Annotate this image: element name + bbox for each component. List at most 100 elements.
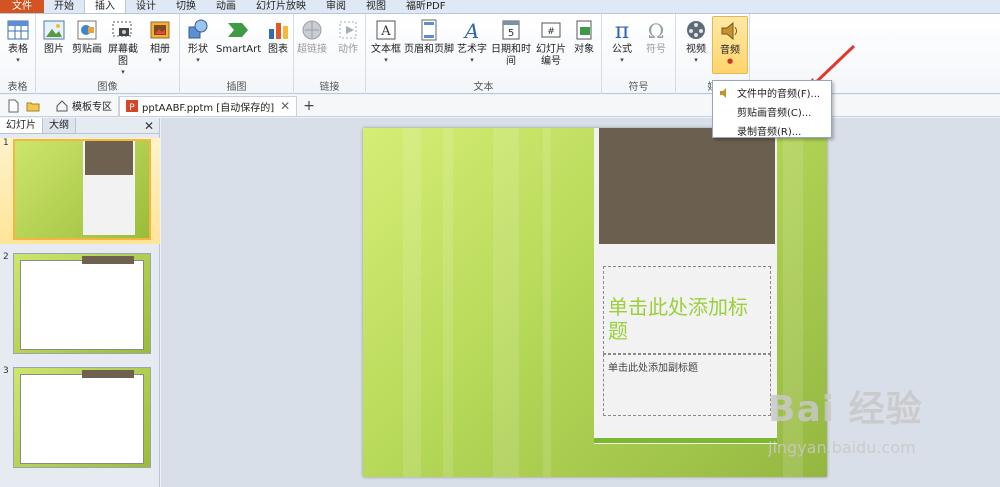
ppt-file-icon: P — [126, 100, 138, 112]
chevron-down-icon: ● — [726, 57, 734, 65]
panel-tabs: 幻灯片 大纲 ✕ — [0, 118, 159, 134]
audio-button[interactable]: 音频 ● — [712, 16, 748, 74]
speaker-icon — [720, 88, 726, 98]
slide-thumbnail-row[interactable]: 3 — [0, 366, 160, 472]
close-icon[interactable]: ✕ — [144, 118, 154, 134]
slide-number-label-1: 幻灯片 — [536, 44, 566, 55]
hyperlink-button[interactable]: 超链接 — [294, 18, 330, 56]
textbox-button[interactable]: A 文本框 ▾ — [368, 18, 404, 64]
table-button[interactable]: 表格 ▾ — [0, 18, 36, 64]
picture-button[interactable]: 图片 — [36, 18, 72, 56]
equation-label: 公式 — [612, 44, 632, 55]
symbol-button[interactable]: Ω 符号 — [638, 18, 674, 56]
menu-tab-foxit-pdf[interactable]: 福昕PDF — [396, 0, 455, 13]
menu-tab-home[interactable]: 开始 — [44, 0, 84, 13]
speaker-icon — [721, 21, 737, 41]
object-icon — [576, 20, 592, 40]
menu-tab-review[interactable]: 审阅 — [316, 0, 356, 13]
menu-tab-insert[interactable]: 插入 — [84, 0, 126, 13]
tab-template-zone[interactable]: 模板专区 — [50, 95, 119, 116]
menu-tab-slideshow[interactable]: 幻灯片放映 — [246, 0, 316, 13]
subtitle-placeholder[interactable]: 单击此处添加副标题 — [603, 354, 771, 416]
title-placeholder-text: 单击此处添加标题 — [608, 295, 748, 343]
slide-number: 2 — [3, 252, 9, 262]
object-label: 对象 — [574, 44, 594, 55]
picture-label: 图片 — [44, 44, 64, 55]
menu-tab-view[interactable]: 视图 — [356, 0, 396, 13]
video-button[interactable]: 视频 ▾ — [678, 18, 714, 64]
smartart-button[interactable]: SmartArt — [216, 18, 262, 56]
group-label-symbols: 符号 — [628, 82, 649, 93]
object-button[interactable]: 对象 — [568, 18, 600, 56]
shapes-button[interactable]: 形状 ▾ — [180, 18, 216, 64]
add-tab-icon[interactable]: + — [303, 98, 315, 114]
title-placeholder[interactable]: 单击此处添加标题 — [603, 266, 771, 354]
textbox-label: 文本框 — [371, 44, 401, 55]
slide-thumbnail[interactable] — [13, 367, 151, 468]
subtitle-placeholder-text: 单击此处添加副标题 — [608, 363, 698, 374]
video-label: 视频 — [686, 44, 706, 55]
menu-item-record-audio[interactable]: 录制音频(R)... — [713, 121, 831, 140]
chart-button[interactable]: 图表 — [260, 18, 296, 56]
group-tables: 表格 ▾ 表格 — [0, 14, 36, 94]
menu-item-audio-from-file[interactable]: 文件中的音频(F)... — [713, 83, 831, 102]
header-footer-label: 页眉和页脚 — [404, 44, 454, 55]
accent-bar — [594, 438, 777, 443]
omega-icon: Ω — [648, 19, 665, 42]
tab-outline[interactable]: 大纲 — [43, 118, 76, 133]
group-text: A 文本框 ▾ 页眉和页脚 A 艺术字 ▾ 5 日期和时间 # 幻灯片 编号 对… — [366, 14, 602, 94]
wordart-button[interactable]: A 艺术字 ▾ — [454, 18, 490, 64]
equation-button[interactable]: π 公式 ▾ — [604, 18, 640, 64]
slide-number: 3 — [3, 366, 9, 376]
menu-tab-animations[interactable]: 动画 — [206, 0, 246, 13]
slide-number-button[interactable]: # 幻灯片 编号 — [532, 18, 570, 68]
screenshot-label: 屏幕截图 — [108, 44, 138, 67]
header-footer-icon — [421, 19, 437, 41]
action-icon — [339, 21, 357, 39]
action-button[interactable]: 动作 — [330, 18, 366, 56]
document-tab-bar: 模板专区 P pptAABF.pptm [自动保存的] ✕ + — [0, 95, 1000, 117]
photo-album-icon — [150, 21, 170, 39]
shapes-icon — [188, 19, 208, 39]
tab-current-file[interactable]: P pptAABF.pptm [自动保存的] ✕ — [119, 95, 298, 116]
chevron-down-icon: ▾ — [384, 56, 388, 64]
menu-item-clipart-audio[interactable]: 剪贴画音频(C)... — [713, 102, 831, 121]
screenshot-icon — [112, 21, 132, 37]
slide[interactable]: 单击此处添加标题 单击此处添加副标题 — [363, 128, 827, 477]
action-label: 动作 — [338, 44, 358, 55]
open-folder-icon[interactable] — [26, 99, 40, 113]
album-label: 相册 — [150, 44, 170, 55]
wordart-label: 艺术字 — [457, 44, 487, 55]
close-icon[interactable]: ✕ — [280, 99, 290, 113]
slide-thumbnail-row[interactable]: 2 — [0, 252, 160, 358]
slide-canvas: 单击此处添加标题 单击此处添加副标题 — [161, 118, 1000, 487]
table-icon — [7, 20, 29, 40]
hyperlink-icon — [302, 20, 322, 40]
slide-thumbnail[interactable] — [13, 139, 151, 240]
screenshot-button[interactable]: 屏幕截图 ▾ — [104, 18, 142, 76]
group-images: 图片 剪贴画 屏幕截图 ▾ 相册 ▾ 图像 — [36, 14, 180, 94]
home-icon — [56, 99, 68, 111]
chevron-down-icon: ▾ — [470, 56, 474, 64]
svg-text:A: A — [380, 24, 391, 39]
slide-thumbnail-row[interactable]: 1 — [0, 138, 160, 244]
smartart-icon — [228, 23, 248, 37]
header-footer-button[interactable]: 页眉和页脚 — [404, 18, 454, 56]
menu-tab-file[interactable]: 文件 — [0, 0, 44, 13]
tab-slides[interactable]: 幻灯片 — [0, 118, 43, 133]
smartart-label: SmartArt — [216, 44, 262, 55]
menu-tab-transitions[interactable]: 切换 — [166, 0, 206, 13]
slide-thumbnail[interactable] — [13, 253, 151, 354]
audio-label: 音频 — [720, 45, 740, 56]
clipart-button[interactable]: 剪贴画 — [69, 18, 105, 56]
slide-number-label-2: 编号 — [541, 56, 561, 67]
menu-tab-design[interactable]: 设计 — [126, 0, 166, 13]
group-label-images: 图像 — [97, 82, 118, 93]
menu-item-label: 剪贴画音频(C)... — [737, 108, 812, 119]
album-button[interactable]: 相册 ▾ — [142, 18, 178, 64]
picture-placeholder[interactable] — [599, 128, 775, 244]
menu-item-label: 文件中的音频(F)... — [737, 89, 821, 100]
new-file-icon[interactable] — [6, 99, 20, 113]
audio-dropdown-menu: 文件中的音频(F)... 剪贴画音频(C)... 录制音频(R)... — [712, 80, 832, 138]
datetime-button[interactable]: 5 日期和时间 — [490, 18, 532, 68]
